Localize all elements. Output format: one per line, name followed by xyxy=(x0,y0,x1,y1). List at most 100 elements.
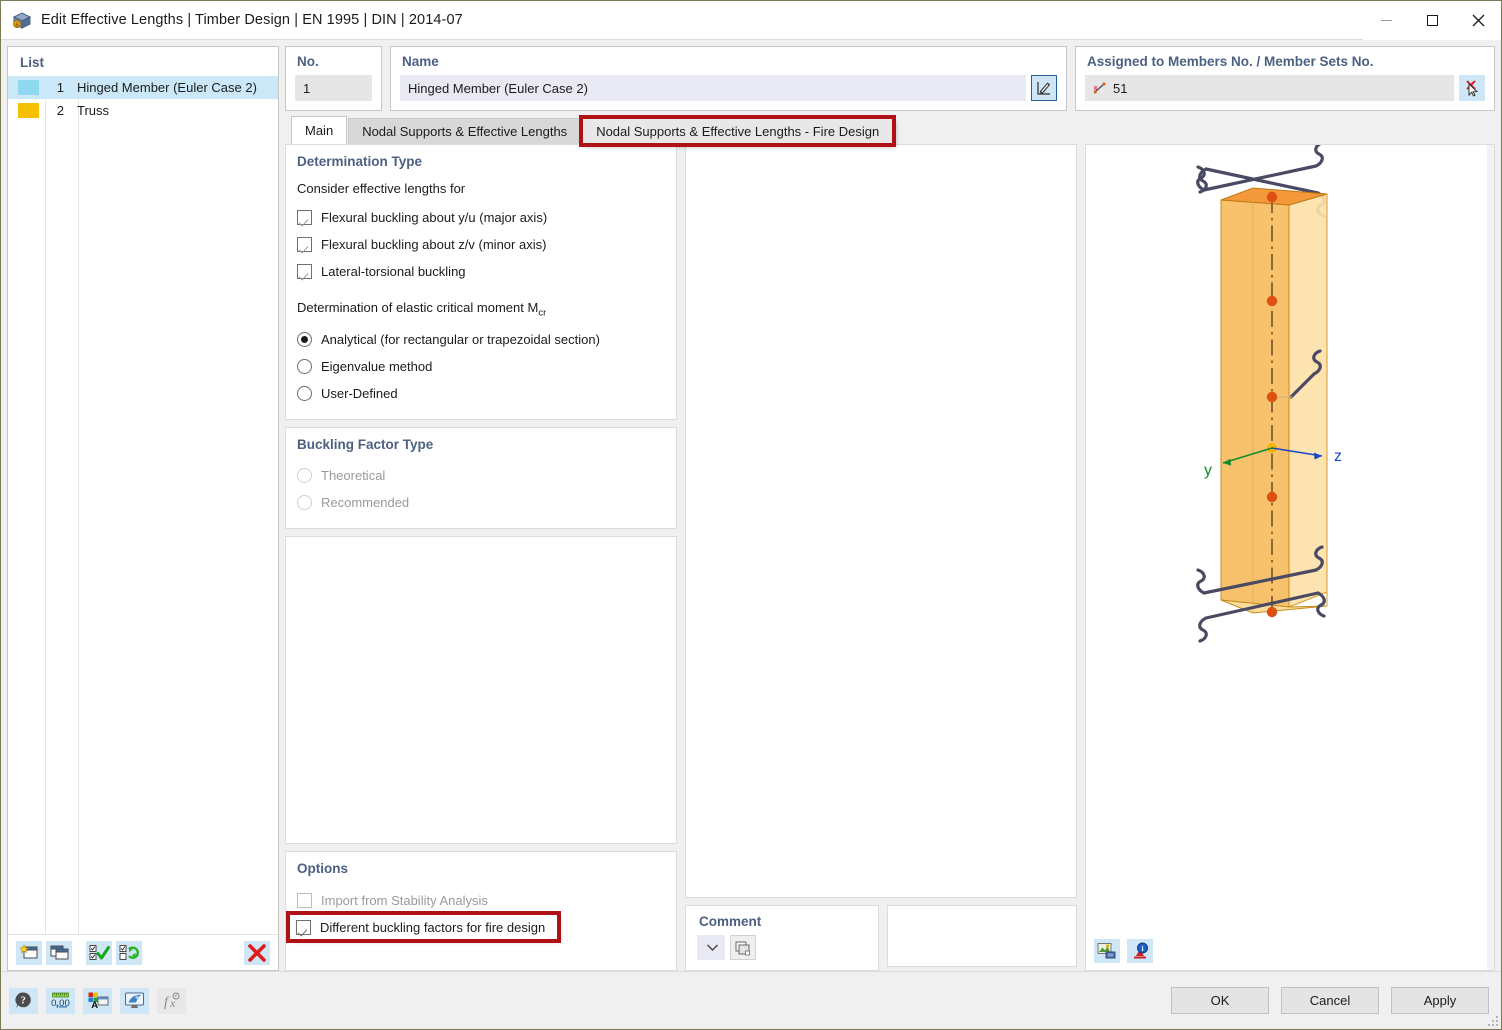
checkbox-different-buckling-factors-fire-design-row: Different buckling factors for fire desi… xyxy=(285,911,664,943)
apply-button[interactable]: Apply xyxy=(1391,987,1489,1014)
assigned-label: Assigned to Members No. / Member Sets No… xyxy=(1087,54,1374,69)
edit-effective-lengths-dialog: 6 Edit Effective Lengths | Timber Design… xyxy=(0,0,1502,1030)
checkbox-label: Different buckling factors for fire desi… xyxy=(320,919,546,935)
svg-text:x: x xyxy=(169,996,176,1010)
cancel-button[interactable]: Cancel xyxy=(1281,987,1379,1014)
comment-title: Comment xyxy=(699,914,762,929)
list-item-label: Hinged Member (Euler Case 2) xyxy=(77,80,257,95)
cube-icon: 6 xyxy=(11,9,33,31)
radio-label: Recommended xyxy=(321,495,410,511)
checkboxes-swap-icon[interactable] xyxy=(116,940,142,965)
ok-button[interactable]: OK xyxy=(1171,987,1269,1014)
member-line-icon xyxy=(1093,81,1107,95)
checkbox-label: Lateral-torsional buckling xyxy=(321,263,466,279)
info-balloon-icon[interactable]: i xyxy=(1127,939,1153,963)
tab-main[interactable]: Main xyxy=(291,116,348,144)
radio-theoretical[interactable]: Theoretical xyxy=(297,464,664,488)
dialog-footer: ? 0,00 A f x OK Cancel Apply xyxy=(1,971,1501,1029)
pencil-edit-icon[interactable] xyxy=(1031,75,1057,101)
view-3d-toolbar: i xyxy=(1094,939,1153,963)
copy-windows-icon[interactable] xyxy=(46,940,72,965)
no-field-group: No. 1 xyxy=(285,46,382,111)
list-item[interactable]: 2 Truss xyxy=(8,99,278,122)
buckling-factor-type-title: Buckling Factor Type xyxy=(297,436,434,452)
radio-user-defined[interactable]: User-Defined xyxy=(297,382,664,406)
radio-label: Eigenvalue method xyxy=(321,359,433,375)
view-3d-panel[interactable]: z y i xyxy=(1085,144,1495,971)
list-item-number: 1 xyxy=(56,80,64,95)
buckling-factor-type-group: Buckling Factor Type Theoretical Recomme… xyxy=(285,426,677,529)
window-controls xyxy=(1363,0,1501,40)
tab-content: Determination Type Consider effective le… xyxy=(285,144,1495,971)
close-icon[interactable] xyxy=(1455,0,1501,40)
view-3d-column: z y i xyxy=(1085,144,1495,971)
nodal-supports-preview-area[interactable] xyxy=(685,144,1077,898)
list-item-label: Truss xyxy=(77,103,110,118)
header-fields: No. 1 Name Hinged Member (Euler Case 2) xyxy=(285,46,1495,111)
middle-column: Comment xyxy=(685,144,1077,971)
radio-recommended[interactable]: Recommended xyxy=(297,491,664,515)
checkbox-icon xyxy=(296,919,311,935)
no-label: No. xyxy=(297,54,319,69)
radio-eigenvalue-method[interactable]: Eigenvalue method xyxy=(297,355,664,379)
view-3d-scrollbar[interactable] xyxy=(1487,145,1494,970)
list-item-color-swatch xyxy=(18,103,39,118)
checkbox-label: Flexural buckling about y/u (major axis) xyxy=(321,209,548,225)
help-question-icon[interactable]: ? xyxy=(9,987,38,1014)
comment-combobox[interactable] xyxy=(697,935,725,960)
assigned-value: 51 xyxy=(1113,80,1128,96)
resize-grip[interactable] xyxy=(1486,1014,1498,1026)
no-input[interactable]: 1 xyxy=(295,75,372,101)
determination-type-group: Determination Type Consider effective le… xyxy=(285,144,677,420)
tab-strip: Main Nodal Supports & Effective Lengths … xyxy=(285,115,1495,147)
display-monitor-icon[interactable] xyxy=(120,987,149,1014)
new-window-star-icon[interactable] xyxy=(16,940,42,965)
list-area: 1 Hinged Member (Euler Case 2) 2 Truss xyxy=(8,76,278,934)
number-format-icon[interactable]: 0,00 xyxy=(46,987,75,1014)
checkbox-different-buckling-factors-fire-design[interactable]: Different buckling factors for fire desi… xyxy=(285,911,562,943)
svg-text:i: i xyxy=(1141,944,1143,953)
list-item[interactable]: 1 Hinged Member (Euler Case 2) xyxy=(8,76,278,99)
footer-icon-bar: ? 0,00 A f x xyxy=(9,987,186,1014)
radio-icon xyxy=(297,359,312,375)
checkboxes-check-icon[interactable] xyxy=(86,940,112,965)
tab-nodal-supports-effective-lengths-fire-design[interactable]: Nodal Supports & Effective Lengths - Fir… xyxy=(579,115,897,147)
radio-analytical[interactable]: Analytical (for rectangular or trapezoid… xyxy=(297,328,664,352)
options-group: Options Import from Stability Analysis D… xyxy=(285,851,677,971)
checkbox-flexural-buckling-y[interactable]: Flexural buckling about y/u (major axis) xyxy=(297,205,664,229)
radio-label: Theoretical xyxy=(321,468,386,484)
assigned-input[interactable]: 51 xyxy=(1085,75,1454,101)
determination-type-title: Determination Type xyxy=(297,154,423,169)
options-title: Options xyxy=(297,861,348,876)
pick-cursor-icon[interactable] xyxy=(1459,75,1485,101)
title-bar: 6 Edit Effective Lengths | Timber Design… xyxy=(1,0,1501,40)
list-column-lines xyxy=(8,76,278,934)
fx-formula-icon: f x xyxy=(157,987,186,1014)
checkbox-flexural-buckling-z[interactable]: Flexural buckling about z/v (minor axis) xyxy=(297,232,664,256)
chevron-down-icon[interactable] xyxy=(706,940,719,955)
mcr-determination-label: Determination of elastic critical moment… xyxy=(297,300,664,319)
font-color-icon[interactable]: A xyxy=(83,987,112,1014)
tab-nodal-supports-effective-lengths[interactable]: Nodal Supports & Effective Lengths xyxy=(348,118,582,144)
checkbox-import-from-stability-analysis[interactable]: Import from Stability Analysis xyxy=(297,888,664,912)
comment-row: Comment xyxy=(685,905,1077,971)
minimize-icon[interactable] xyxy=(1363,0,1409,40)
radio-icon xyxy=(297,495,312,511)
list-item-color-swatch xyxy=(18,80,39,95)
checkbox-lateral-torsional-buckling[interactable]: Lateral-torsional buckling xyxy=(297,259,664,283)
checkbox-icon xyxy=(297,892,312,908)
red-x-icon[interactable] xyxy=(244,940,270,965)
footer-buttons: OK Cancel Apply xyxy=(1171,987,1489,1014)
list-item-number: 2 xyxy=(56,103,64,118)
comment-library-icon[interactable] xyxy=(730,935,756,960)
svg-text:?: ? xyxy=(21,996,26,1007)
maximize-icon[interactable] xyxy=(1409,0,1455,40)
mcr-label-subscript: cr xyxy=(538,307,547,319)
list-panel: List 1 Hinged Member (Euler Case 2) 2 Tr… xyxy=(7,46,279,971)
name-input[interactable]: Hinged Member (Euler Case 2) xyxy=(400,75,1026,101)
radio-label: Analytical (for rectangular or trapezoid… xyxy=(321,332,600,348)
checkbox-icon xyxy=(297,236,312,252)
main-area: No. 1 Name Hinged Member (Euler Case 2) xyxy=(285,46,1495,971)
render-mode-icon[interactable] xyxy=(1094,939,1120,963)
name-field-group: Name Hinged Member (Euler Case 2) xyxy=(390,46,1067,111)
